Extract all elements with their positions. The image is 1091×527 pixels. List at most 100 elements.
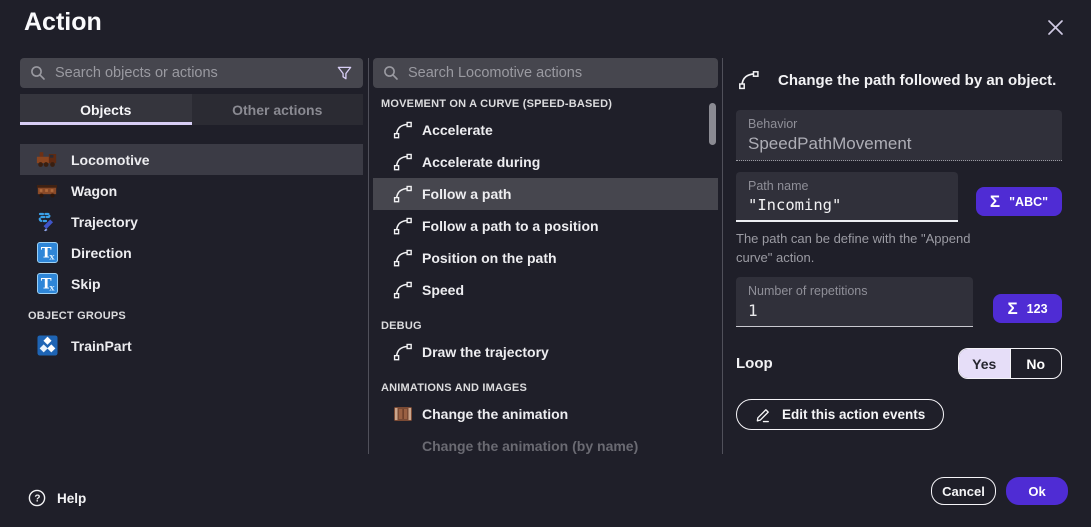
list-item-label: Follow a path — [422, 186, 511, 202]
path-curve-icon — [390, 278, 416, 302]
svg-text:?: ? — [34, 494, 40, 505]
path-name-label: Path name — [748, 179, 946, 193]
list-item-locomotive[interactable]: Locomotive — [20, 144, 363, 175]
list-item-direction[interactable]: T x Direction — [20, 237, 363, 268]
list-item-wagon[interactable]: Wagon — [20, 175, 363, 206]
edit-events-row: Edit this action events — [736, 399, 1062, 430]
path-curve-icon — [390, 182, 416, 206]
cancel-button[interactable]: Cancel — [931, 477, 996, 505]
list-item-accelerate-during[interactable]: Accelerate during — [373, 146, 718, 178]
list-item-accelerate[interactable]: Accelerate — [373, 114, 718, 146]
object-group-icon — [36, 335, 58, 357]
behavior-field: Behavior SpeedPathMovement — [736, 110, 1062, 161]
tab-other-actions[interactable]: Other actions — [192, 94, 364, 125]
list-item-label: Follow a path to a position — [422, 218, 599, 234]
locomotive-icon — [36, 149, 58, 171]
list-item-label: TrainPart — [71, 338, 132, 354]
path-curve-icon — [736, 68, 762, 92]
list-item-follow-a-path[interactable]: Follow a path — [373, 178, 718, 210]
objects-panel: Objects Other actions — [20, 58, 363, 454]
film-icon — [390, 402, 416, 426]
list-item-label: Change the animation (by name) — [422, 438, 638, 454]
objects-search-input[interactable] — [55, 65, 327, 81]
sigma-icon: Σ — [1007, 299, 1017, 319]
svg-text:x: x — [49, 253, 55, 263]
list-item-trainpart[interactable]: TrainPart — [20, 330, 363, 361]
section-header: DEBUG — [373, 306, 718, 336]
page-title: Action — [24, 8, 102, 37]
action-dialog: Action Objects Other actions — [0, 0, 1091, 527]
behavior-value: SpeedPathMovement — [748, 134, 1050, 154]
path-curve-icon — [390, 214, 416, 238]
list-item-label: Direction — [71, 245, 132, 261]
path-curve-icon — [390, 246, 416, 270]
list-item-label: Accelerate during — [422, 154, 540, 170]
repetitions-label: Number of repetitions — [748, 284, 961, 298]
list-item-label: Trajectory — [71, 214, 138, 230]
action-list: MOVEMENT ON A CURVE (SPEED-BASED) Accele… — [373, 88, 718, 454]
help-link[interactable]: ? Help — [28, 489, 86, 507]
loop-row: Loop Yes No — [736, 348, 1062, 379]
list-item-label: Draw the trajectory — [422, 344, 549, 360]
actions-search-box[interactable] — [373, 58, 718, 88]
tab-objects-label: Objects — [80, 102, 131, 118]
search-icon — [30, 65, 46, 81]
number-expression-button[interactable]: Σ 123 — [993, 294, 1062, 323]
list-item-label: Speed — [422, 282, 464, 298]
repetitions-value[interactable]: 1 — [748, 301, 961, 320]
action-description-row: Change the path followed by an object. — [736, 68, 1062, 92]
sigma-icon: Σ — [990, 192, 1000, 212]
abc-button-label: "ABC" — [1009, 195, 1048, 209]
list-item-label: Locomotive — [71, 152, 150, 168]
help-label: Help — [57, 491, 86, 506]
path-curve-icon — [390, 150, 416, 174]
path-helper-text: The path can be define with the "Append … — [736, 229, 986, 267]
search-icon — [383, 65, 399, 81]
path-curve-icon — [390, 118, 416, 142]
loop-yes-option[interactable]: Yes — [959, 349, 1010, 378]
loop-toggle: Yes No — [958, 348, 1062, 379]
close-icon[interactable] — [1043, 15, 1067, 39]
objects-search-box[interactable] — [20, 58, 363, 88]
text-object-icon: T x — [36, 273, 58, 295]
string-expression-button[interactable]: Σ "ABC" — [976, 187, 1062, 216]
filter-icon[interactable] — [336, 65, 353, 82]
pencil-icon — [755, 406, 772, 423]
list-item-trajectory[interactable]: Trajectory — [20, 206, 363, 237]
panel-divider — [368, 58, 369, 454]
action-detail-panel: Change the path followed by an object. B… — [722, 58, 1062, 454]
list-item-speed[interactable]: Speed — [373, 274, 718, 306]
dialog-body: Objects Other actions — [20, 58, 1062, 454]
list-item-position-on-the-path[interactable]: Position on the path — [373, 242, 718, 274]
path-name-row: Path name "Incoming" Σ "ABC" — [736, 172, 1062, 222]
list-item-label: Position on the path — [422, 250, 557, 266]
behavior-label: Behavior — [748, 117, 1050, 131]
list-item-label: Wagon — [71, 183, 117, 199]
path-name-field[interactable]: Path name "Incoming" — [736, 172, 958, 222]
list-item-label: Change the animation — [422, 406, 568, 422]
help-icon: ? — [28, 489, 46, 507]
objects-tabs: Objects Other actions — [20, 94, 363, 125]
path-name-value[interactable]: "Incoming" — [748, 196, 946, 214]
edit-action-events-button[interactable]: Edit this action events — [736, 399, 944, 430]
repetitions-field[interactable]: Number of repetitions 1 — [736, 277, 973, 327]
list-item-label: Accelerate — [422, 122, 493, 138]
film-icon — [390, 434, 416, 454]
ok-button[interactable]: Ok — [1006, 477, 1068, 505]
list-item-skip[interactable]: T x Skip — [20, 268, 363, 299]
actions-search-input[interactable] — [408, 65, 708, 81]
scrollbar-thumb[interactable] — [709, 103, 716, 145]
list-item-change-the-animation[interactable]: Change the animation — [373, 398, 718, 430]
loop-no-option[interactable]: No — [1010, 349, 1062, 378]
object-groups-header: OBJECT GROUPS — [20, 299, 363, 326]
text-object-icon: T x — [36, 242, 58, 264]
list-item-follow-a-path-to-a-position[interactable]: Follow a path to a position — [373, 210, 718, 242]
action-description: Change the path followed by an object. — [778, 72, 1056, 89]
actions-panel: MOVEMENT ON A CURVE (SPEED-BASED) Accele… — [373, 58, 718, 454]
loop-label: Loop — [736, 355, 773, 372]
list-item-partial[interactable]: Change the animation (by name) — [373, 430, 718, 454]
trajectory-icon — [36, 211, 58, 233]
edit-button-label: Edit this action events — [782, 407, 925, 422]
list-item-draw-the-trajectory[interactable]: Draw the trajectory — [373, 336, 718, 368]
tab-objects[interactable]: Objects — [20, 94, 192, 125]
